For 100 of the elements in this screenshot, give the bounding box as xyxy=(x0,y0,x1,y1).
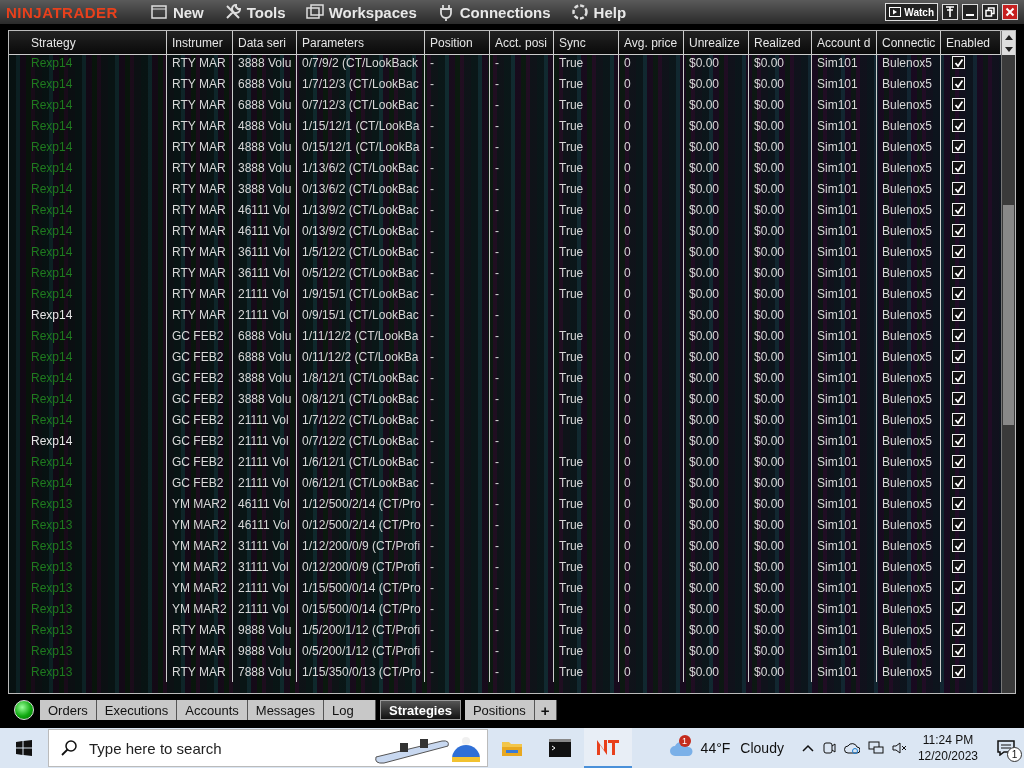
menu-item[interactable]: Tools xyxy=(215,3,294,21)
column-header[interactable]: Strategy xyxy=(9,31,167,55)
column-header[interactable]: Unrealize xyxy=(684,31,749,55)
table-cell: - xyxy=(495,664,499,679)
enabled-checkbox[interactable] xyxy=(952,560,965,573)
clock[interactable]: 11:24 PM 12/20/2023 xyxy=(917,732,978,764)
camera-icon[interactable] xyxy=(821,741,836,755)
enabled-checkbox[interactable] xyxy=(952,392,965,405)
column-header[interactable]: Acct. posi xyxy=(490,31,554,55)
enabled-checkbox[interactable] xyxy=(952,119,965,132)
tab[interactable]: Positions xyxy=(464,700,535,720)
column-header[interactable]: Avg. price xyxy=(619,31,684,55)
enabled-checkbox[interactable] xyxy=(952,644,965,657)
ninjatrader-app-icon[interactable] xyxy=(596,738,620,756)
table-cell: True xyxy=(559,139,584,154)
enabled-checkbox[interactable] xyxy=(952,476,965,489)
notification-icon[interactable] xyxy=(997,740,1015,756)
taskbar-search-field[interactable]: Type here to search xyxy=(48,729,488,767)
strategy-name: Rexp14 xyxy=(31,475,73,490)
tab[interactable]: Orders xyxy=(40,700,97,720)
enabled-checkbox[interactable] xyxy=(952,287,965,300)
table-cell: - xyxy=(495,538,499,553)
table-cell: YM MAR2 xyxy=(172,517,227,532)
table-cell: 0 xyxy=(624,601,631,616)
enabled-checkbox[interactable] xyxy=(952,203,965,216)
column-header[interactable]: Instrumer xyxy=(167,31,233,55)
enabled-checkbox[interactable] xyxy=(952,518,965,531)
enabled-checkbox[interactable] xyxy=(952,329,965,342)
table-cell: True xyxy=(559,643,584,658)
column-header[interactable]: Enabled xyxy=(941,31,1001,55)
enabled-checkbox[interactable] xyxy=(952,224,965,237)
table-cell: Bulenox5 xyxy=(882,286,933,301)
strategy-name: Rexp14 xyxy=(31,412,73,427)
table-cell: - xyxy=(495,601,499,616)
table-cell: True xyxy=(559,160,584,175)
enabled-checkbox[interactable] xyxy=(952,581,965,594)
table-cell: Sim101 xyxy=(817,202,858,217)
folder-icon[interactable] xyxy=(501,739,523,757)
menu-item[interactable]: Help xyxy=(562,3,635,21)
enabled-checkbox[interactable] xyxy=(952,308,965,321)
pin-button[interactable] xyxy=(942,4,958,20)
minimize-button[interactable] xyxy=(962,4,978,20)
scroll-up-icon[interactable] xyxy=(1004,34,1013,40)
cloud-sync-icon[interactable] xyxy=(843,741,860,755)
column-header[interactable]: Connectic xyxy=(877,31,941,55)
table-cell: - xyxy=(495,496,499,511)
enabled-checkbox[interactable] xyxy=(952,140,965,153)
enabled-checkbox[interactable] xyxy=(952,623,965,636)
network-icon[interactable] xyxy=(867,741,884,755)
tab[interactable]: Messages xyxy=(247,700,325,720)
menu-item[interactable]: New xyxy=(141,3,212,21)
terminal-icon[interactable] xyxy=(549,739,571,757)
enabled-checkbox[interactable] xyxy=(952,371,965,384)
column-header[interactable]: Sync xyxy=(554,31,619,55)
table-cell: Bulenox5 xyxy=(882,580,933,595)
enabled-checkbox[interactable] xyxy=(952,161,965,174)
add-tab-button[interactable]: + xyxy=(534,700,557,720)
column-header[interactable]: Parameters xyxy=(297,31,425,55)
chevron-up-icon[interactable] xyxy=(801,744,814,752)
enabled-checkbox[interactable] xyxy=(952,434,965,447)
enabled-checkbox[interactable] xyxy=(952,266,965,279)
enabled-checkbox[interactable] xyxy=(952,350,965,363)
table-cell: Bulenox5 xyxy=(882,55,933,70)
table-cell: - xyxy=(430,538,434,553)
column-header[interactable]: Data seri xyxy=(233,31,297,55)
enabled-checkbox[interactable] xyxy=(952,455,965,468)
close-button[interactable] xyxy=(1002,4,1018,20)
column-header[interactable]: Account d xyxy=(812,31,877,55)
enabled-checkbox[interactable] xyxy=(952,413,965,426)
enabled-checkbox[interactable] xyxy=(952,602,965,615)
table-cell: $0.00 xyxy=(754,55,785,70)
table-cell: 3888 Volu xyxy=(238,160,292,175)
tab[interactable]: Log xyxy=(324,700,377,720)
table-cell: $0.00 xyxy=(689,139,720,154)
tab[interactable]: Strategies xyxy=(380,700,461,720)
scrollbar[interactable] xyxy=(1001,31,1015,693)
restore-button[interactable] xyxy=(982,4,998,20)
column-header[interactable]: Position xyxy=(425,31,490,55)
menu-item[interactable]: Workspaces xyxy=(297,3,425,21)
enabled-checkbox[interactable] xyxy=(952,497,965,510)
enabled-checkbox[interactable] xyxy=(952,245,965,258)
windows-logo-icon[interactable] xyxy=(16,740,32,756)
enabled-checkbox[interactable] xyxy=(952,77,965,90)
menu-item[interactable]: Connections xyxy=(428,3,559,21)
enabled-checkbox[interactable] xyxy=(952,98,965,111)
table-cell: 0 xyxy=(624,307,631,322)
table-cell: $0.00 xyxy=(689,76,720,91)
enabled-checkbox[interactable] xyxy=(952,665,965,678)
enabled-checkbox[interactable] xyxy=(952,182,965,195)
table-cell: YM MAR2 xyxy=(172,496,227,511)
table-cell: $0.00 xyxy=(754,139,785,154)
tab[interactable]: Executions xyxy=(96,700,178,720)
scroll-down-icon[interactable] xyxy=(1004,46,1013,52)
enabled-checkbox[interactable] xyxy=(952,539,965,552)
watch-button[interactable]: Watch xyxy=(885,3,938,21)
tab[interactable]: Accounts xyxy=(177,700,248,720)
enabled-checkbox[interactable] xyxy=(952,56,965,69)
table-cell: $0.00 xyxy=(754,181,785,196)
muted-speaker-icon[interactable] xyxy=(891,741,908,755)
column-header[interactable]: Realized xyxy=(749,31,812,55)
